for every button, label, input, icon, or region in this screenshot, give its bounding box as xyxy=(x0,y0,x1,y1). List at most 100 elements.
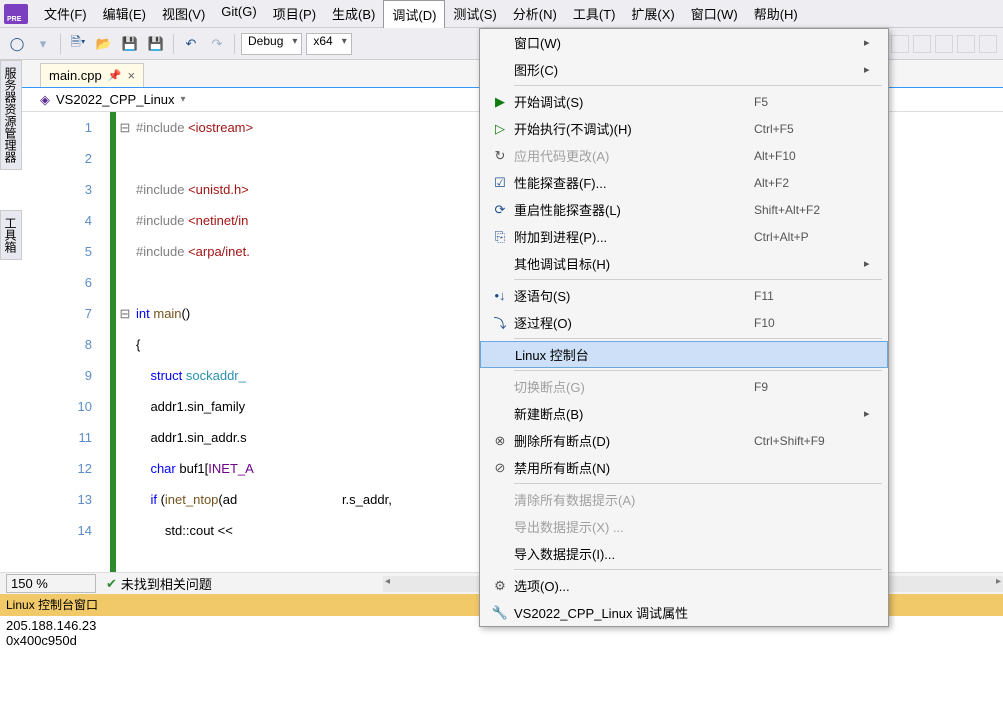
menu-item[interactable]: ⊘禁用所有断点(N) xyxy=(480,454,888,481)
menu-item-label: 切换断点(G) xyxy=(514,377,754,396)
menu-item-label: 选项(O)... xyxy=(514,576,754,595)
menu-item-label: 导入数据提示(I)... xyxy=(514,544,754,563)
menu-item-shortcut: Alt+F10 xyxy=(754,149,864,163)
menu-item-label: 清除所有数据提示(A) xyxy=(514,490,754,509)
menu-item-label: 删除所有断点(D) xyxy=(514,431,754,450)
chevron-down-icon: ▾ xyxy=(181,94,186,105)
zoom-combo[interactable]: 150 % xyxy=(6,574,96,593)
menu-item-shortcut: Alt+F2 xyxy=(754,176,864,190)
menu-item-icon: ⎘ xyxy=(486,229,514,245)
fold-gutter[interactable]: ⊟⊟ xyxy=(116,112,134,572)
menu-item-icon: ⚙ xyxy=(486,578,514,594)
menubar: 文件(F)编辑(E)视图(V)Git(G)项目(P)生成(B)调试(D)测试(S… xyxy=(0,0,1003,28)
menu-item[interactable]: 导入数据提示(I)... xyxy=(480,540,888,567)
menu-1[interactable]: 编辑(E) xyxy=(95,0,154,28)
menu-item-label: 导出数据提示(X) ... xyxy=(514,517,754,536)
close-icon[interactable]: × xyxy=(127,68,135,83)
menu-item: ↻应用代码更改(A)Alt+F10 xyxy=(480,142,888,169)
menu-9[interactable]: 工具(T) xyxy=(565,0,624,28)
submenu-arrow-icon: ▸ xyxy=(864,63,878,76)
menu-item-icon: •↓ xyxy=(486,288,514,303)
menu-item-icon: ▷ xyxy=(486,121,514,137)
breadcrumb-text: VS2022_CPP_Linux xyxy=(56,92,175,107)
menu-item-icon: 🔧 xyxy=(486,605,514,621)
pin-icon[interactable]: 📌 xyxy=(108,69,122,82)
menu-10[interactable]: 扩展(X) xyxy=(623,0,682,28)
menu-item[interactable]: Linux 控制台 xyxy=(480,341,888,368)
menu-item[interactable]: 新建断点(B) ▸ xyxy=(480,400,888,427)
menu-item-label: 其他调试目标(H) xyxy=(514,254,754,273)
config-combo[interactable]: Debug xyxy=(241,33,302,55)
menu-item-icon: ▶ xyxy=(486,94,514,110)
ok-icon: ✔ xyxy=(106,576,117,592)
menu-item-label: 逐语句(S) xyxy=(514,286,754,305)
menu-item-icon: ⊘ xyxy=(486,460,514,476)
back-icon[interactable]: ◯ xyxy=(6,33,28,55)
menu-7[interactable]: 测试(S) xyxy=(445,0,504,28)
menu-item-label: 附加到进程(P)... xyxy=(514,227,754,246)
menu-item[interactable]: ⚙选项(O)... xyxy=(480,572,888,599)
menu-item[interactable]: ☑性能探查器(F)...Alt+F2 xyxy=(480,169,888,196)
menu-item-label: 重启性能探查器(L) xyxy=(514,200,754,219)
menu-item-label: Linux 控制台 xyxy=(515,345,753,364)
tab-filename: main.cpp xyxy=(49,68,102,83)
menu-item-shortcut: F10 xyxy=(754,316,864,330)
line-numbers: 1234567891011121314 xyxy=(40,112,110,572)
menu-item-icon: ⟳ xyxy=(486,202,514,218)
submenu-arrow-icon: ▸ xyxy=(864,257,878,270)
submenu-arrow-icon: ▸ xyxy=(864,407,878,420)
undo-icon[interactable]: ↶ xyxy=(180,33,202,55)
menu-item-label: 禁用所有断点(N) xyxy=(514,458,754,477)
menu-item[interactable]: ⎘附加到进程(P)...Ctrl+Alt+P xyxy=(480,223,888,250)
menu-item[interactable]: ⤵逐过程(O)F10 xyxy=(480,309,888,336)
menu-4[interactable]: 项目(P) xyxy=(265,0,324,28)
menu-item-label: 应用代码更改(A) xyxy=(514,146,754,165)
menu-item-shortcut: Shift+Alt+F2 xyxy=(754,203,864,217)
menu-item[interactable]: •↓逐语句(S)F11 xyxy=(480,282,888,309)
menu-item-label: 开始调试(S) xyxy=(514,92,754,111)
menu-item: 切换断点(G)F9 xyxy=(480,373,888,400)
save-all-icon[interactable]: 💾 xyxy=(145,33,167,55)
menu-0[interactable]: 文件(F) xyxy=(36,0,95,28)
save-icon[interactable]: 💾 xyxy=(119,33,141,55)
editor-tab[interactable]: main.cpp 📌 × xyxy=(40,63,144,87)
vs-logo xyxy=(4,4,28,24)
menu-item[interactable]: ▷开始执行(不调试)(H)Ctrl+F5 xyxy=(480,115,888,142)
new-file-icon[interactable]: 🗎▾ xyxy=(67,33,89,55)
menu-5[interactable]: 生成(B) xyxy=(324,0,383,28)
menu-item-icon: ⤵ xyxy=(486,313,514,332)
menu-item[interactable]: 其他调试目标(H) ▸ xyxy=(480,250,888,277)
menu-item-shortcut: Ctrl+Alt+P xyxy=(754,230,864,244)
menu-item-label: 性能探查器(F)... xyxy=(514,173,754,192)
menu-item-label: 窗口(W) xyxy=(514,33,754,52)
menu-item-icon: ↻ xyxy=(486,148,514,164)
menu-8[interactable]: 分析(N) xyxy=(505,0,565,28)
menu-2[interactable]: 视图(V) xyxy=(154,0,213,28)
menu-item[interactable]: 🔧VS2022_CPP_Linux 调试属性 xyxy=(480,599,888,626)
menu-item-label: 开始执行(不调试)(H) xyxy=(514,119,754,138)
menu-item-shortcut: F5 xyxy=(754,95,864,109)
fwd-icon[interactable]: ▾ xyxy=(32,33,54,55)
menu-item-shortcut: F9 xyxy=(754,380,864,394)
menu-item[interactable]: 窗口(W) ▸ xyxy=(480,29,888,56)
redo-icon[interactable]: ↷ xyxy=(206,33,228,55)
menu-item: 导出数据提示(X) ... xyxy=(480,513,888,540)
open-icon[interactable]: 📂 xyxy=(93,33,115,55)
menu-12[interactable]: 帮助(H) xyxy=(746,0,806,28)
menu-item[interactable]: ⟳重启性能探查器(L)Shift+Alt+F2 xyxy=(480,196,888,223)
menu-item: 清除所有数据提示(A) xyxy=(480,486,888,513)
menu-item[interactable]: ⊗删除所有断点(D)Ctrl+Shift+F9 xyxy=(480,427,888,454)
menu-item-shortcut: Ctrl+F5 xyxy=(754,122,864,136)
menu-item-label: 新建断点(B) xyxy=(514,404,754,423)
menu-item[interactable]: ▶开始调试(S)F5 xyxy=(480,88,888,115)
menu-item-shortcut: F11 xyxy=(754,289,864,303)
status-text: 未找到相关问题 xyxy=(121,574,212,593)
submenu-arrow-icon: ▸ xyxy=(864,36,878,49)
menu-6[interactable]: 调试(D) xyxy=(383,0,445,28)
menu-11[interactable]: 窗口(W) xyxy=(683,0,746,28)
platform-combo[interactable]: x64 xyxy=(306,33,351,55)
debug-menu-dropdown: 窗口(W)▸图形(C)▸▶开始调试(S)F5▷开始执行(不调试)(H)Ctrl+… xyxy=(479,28,889,627)
menu-item[interactable]: 图形(C) ▸ xyxy=(480,56,888,83)
menu-item-label: 图形(C) xyxy=(514,60,754,79)
menu-3[interactable]: Git(G) xyxy=(213,0,264,28)
